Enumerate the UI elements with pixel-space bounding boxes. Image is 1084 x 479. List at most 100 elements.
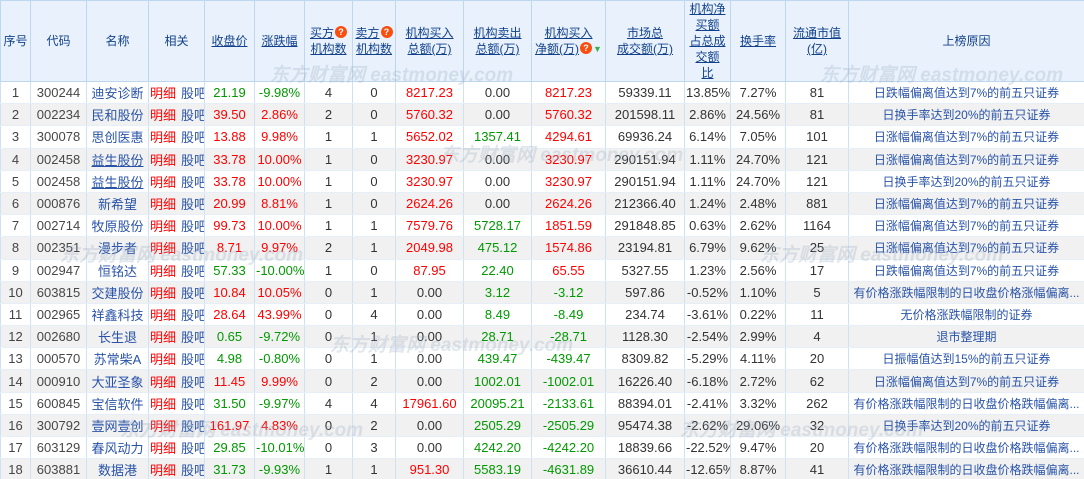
column-header-market_cap[interactable]: 流通市值(亿) <box>785 0 849 82</box>
help-icon[interactable]: ? <box>580 42 593 54</box>
guba-link[interactable]: 股吧 <box>181 330 203 345</box>
help-icon[interactable]: ? <box>335 26 347 38</box>
stock-name-link[interactable]: 宝信软件 <box>91 397 143 412</box>
column-header-label[interactable]: 市场总 <box>607 25 683 41</box>
column-header-label[interactable]: 总额(万) <box>465 41 530 57</box>
detail-link[interactable]: 明细 <box>150 441 176 456</box>
column-header-close[interactable]: 收盘价 <box>204 0 255 82</box>
stock-name-link[interactable]: 交建股份 <box>91 286 143 301</box>
detail-link[interactable]: 明细 <box>150 330 176 345</box>
related-links: 明细 股吧 <box>150 130 204 145</box>
cell-change-percent: 10.05% <box>254 281 305 304</box>
detail-link[interactable]: 明细 <box>150 352 176 367</box>
stock-name-link[interactable]: 新希望 <box>98 197 137 212</box>
detail-link[interactable]: 明细 <box>150 375 176 390</box>
column-header-label[interactable]: 机构卖出 <box>465 25 530 41</box>
cell-stock-name: 恒铭达 <box>86 259 149 282</box>
column-header-chg[interactable]: 涨跌幅 <box>254 0 305 82</box>
cell-listing-reason: 日涨幅偏离值达到7%的前五只证券 <box>848 125 1084 149</box>
column-header-buy_count[interactable]: 买方? 机构数 <box>304 0 353 82</box>
detail-link[interactable]: 明细 <box>150 175 176 190</box>
column-header-label[interactable]: 机构买入 <box>533 25 604 41</box>
column-header-label[interactable]: 净额(万)? ▼ <box>533 41 604 57</box>
cell-change-percent: 4.83% <box>254 414 305 438</box>
guba-link[interactable]: 股吧 <box>181 241 203 256</box>
column-header-buy_amt[interactable]: 机构买入 总额(万) <box>395 0 464 82</box>
cell-circulating-market-cap: 1164 <box>785 214 849 238</box>
column-header-net_amt[interactable]: 机构买入 净额(万)? ▼ <box>531 0 606 82</box>
column-header-label[interactable]: 卖方? <box>354 25 394 41</box>
column-header-sell_amt[interactable]: 机构卖出 总额(万) <box>463 0 532 82</box>
guba-link[interactable]: 股吧 <box>181 175 203 190</box>
column-header-label[interactable]: 收盘价 <box>206 33 253 49</box>
stock-name-link[interactable]: 数据港 <box>98 463 137 478</box>
stock-name-link[interactable]: 益生股份 <box>91 153 143 168</box>
guba-link[interactable]: 股吧 <box>181 130 203 145</box>
stock-name-link[interactable]: 恒铭达 <box>98 264 137 279</box>
guba-link[interactable]: 股吧 <box>181 153 203 168</box>
detail-link[interactable]: 明细 <box>150 197 176 212</box>
guba-link[interactable]: 股吧 <box>181 108 203 123</box>
cell-stock-name: 新希望 <box>86 192 149 216</box>
cell-listing-reason: 有价格涨跌幅限制的日收盘价格跌幅偏离... <box>848 458 1084 479</box>
guba-link[interactable]: 股吧 <box>181 375 203 390</box>
column-header-label[interactable]: 占总成交额 <box>686 33 729 65</box>
detail-link[interactable]: 明细 <box>150 86 176 101</box>
detail-link[interactable]: 明细 <box>150 463 176 478</box>
detail-link[interactable]: 明细 <box>150 308 176 323</box>
cell-net-buy-ratio: -2.54% <box>684 325 731 349</box>
detail-link[interactable]: 明细 <box>150 264 176 279</box>
column-header-label[interactable]: 机构买入 <box>397 25 462 41</box>
guba-link[interactable]: 股吧 <box>181 419 203 434</box>
related-links: 明细 股吧 <box>150 264 204 279</box>
cell-stock-name: 漫步者 <box>86 236 149 260</box>
help-icon[interactable]: ? <box>380 26 393 38</box>
cell-listing-reason: 有价格涨跌幅限制的日收盘价格涨幅偏离... <box>848 281 1084 304</box>
column-header-label[interactable]: 机构净买额 <box>686 1 729 33</box>
column-header-market_amt[interactable]: 市场总 成交额(万) <box>605 0 685 82</box>
guba-link[interactable]: 股吧 <box>181 264 203 279</box>
detail-link[interactable]: 明细 <box>150 153 176 168</box>
guba-link[interactable]: 股吧 <box>181 308 203 323</box>
stock-name-link[interactable]: 思创医惠 <box>91 130 143 145</box>
stock-name-link[interactable]: 民和股份 <box>91 108 143 123</box>
detail-link[interactable]: 明细 <box>150 397 176 412</box>
column-header-label[interactable]: 流通市值(亿) <box>787 25 847 57</box>
detail-link[interactable]: 明细 <box>150 241 176 256</box>
column-header-label[interactable]: 成交额(万) <box>607 41 683 57</box>
detail-link[interactable]: 明细 <box>150 419 176 434</box>
stock-name-link[interactable]: 壹网壹创 <box>91 419 143 434</box>
column-header-label[interactable]: 总额(万) <box>397 41 462 57</box>
guba-link[interactable]: 股吧 <box>181 397 203 412</box>
guba-link[interactable]: 股吧 <box>181 86 203 101</box>
stock-name-link[interactable]: 漫步者 <box>98 241 137 256</box>
guba-link[interactable]: 股吧 <box>181 197 203 212</box>
stock-name-link[interactable]: 苏常柴A <box>94 352 142 367</box>
column-header-sell_count[interactable]: 卖方? 机构数 <box>352 0 396 82</box>
column-header-turnover[interactable]: 换手率 <box>730 0 786 82</box>
stock-name-link[interactable]: 长生退 <box>98 330 137 345</box>
column-header-label[interactable]: 换手率 <box>732 33 784 49</box>
column-header-label[interactable]: 比 <box>686 65 729 81</box>
stock-name-link[interactable]: 益生股份 <box>91 175 143 190</box>
column-header-label[interactable]: 机构数 <box>354 41 394 57</box>
stock-name-link[interactable]: 春风动力 <box>91 441 143 456</box>
guba-link[interactable]: 股吧 <box>181 219 203 234</box>
detail-link[interactable]: 明细 <box>150 108 176 123</box>
column-header-ratio[interactable]: 机构净买额 占总成交额比 <box>684 0 731 82</box>
column-header-label[interactable]: 机构数 <box>306 41 351 57</box>
detail-link[interactable]: 明细 <box>150 286 176 301</box>
stock-name-link[interactable]: 祥鑫科技 <box>91 308 143 323</box>
column-header-label[interactable]: 涨跌幅 <box>256 33 303 49</box>
guba-link[interactable]: 股吧 <box>181 286 203 301</box>
stock-name-link[interactable]: 迪安诊断 <box>91 86 143 101</box>
guba-link[interactable]: 股吧 <box>181 441 203 456</box>
stock-name-link[interactable]: 牧原股份 <box>91 219 143 234</box>
cell-institution-net-buy: -2505.29 <box>531 414 606 438</box>
guba-link[interactable]: 股吧 <box>181 463 203 478</box>
stock-name-link[interactable]: 大亚圣象 <box>91 375 143 390</box>
detail-link[interactable]: 明细 <box>150 130 176 145</box>
guba-link[interactable]: 股吧 <box>181 352 203 367</box>
detail-link[interactable]: 明细 <box>150 219 176 234</box>
column-header-label[interactable]: 买方? <box>306 25 351 41</box>
